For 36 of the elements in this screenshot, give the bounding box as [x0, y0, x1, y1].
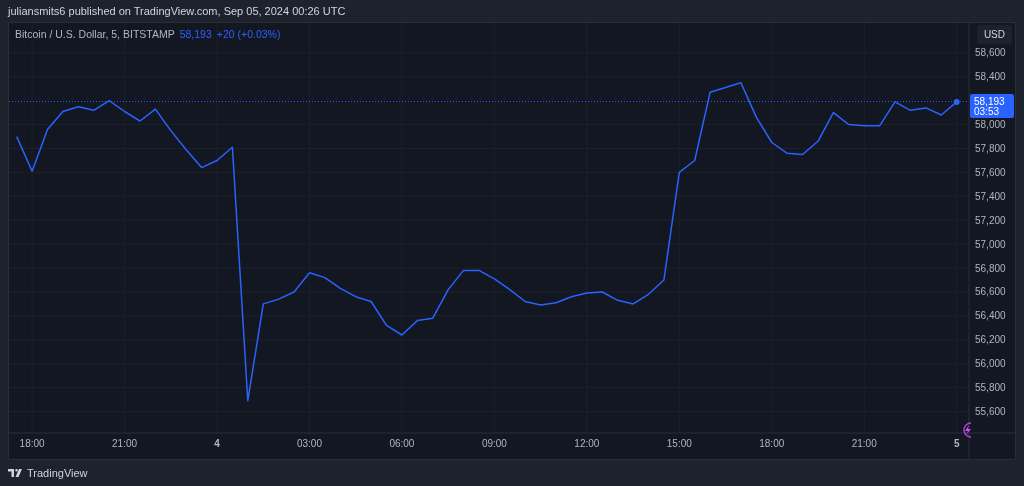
time-axis-label: 03:00 — [296, 438, 322, 449]
price-axis-label: 56,600 — [975, 286, 1006, 298]
lightning-icon[interactable] — [963, 422, 972, 438]
last-price: 58,193 — [179, 28, 212, 40]
time-axis-label: 09:00 — [481, 438, 507, 449]
price-axis-label: 55,800 — [975, 382, 1006, 394]
time-axis-label: 5 — [953, 438, 960, 449]
publish-info: juliansmits6 published on TradingView.com, Sep 05, 2024 00:26 UTC — [8, 4, 346, 19]
last-point-marker — [953, 98, 960, 105]
time-axis-label: 18:00 — [759, 438, 785, 449]
price-axis-label: 56,800 — [975, 262, 1006, 274]
price-axis-label: 58,600 — [975, 47, 1006, 59]
time-axis-label: 18:00 — [19, 438, 45, 449]
time-axis-label: 15:00 — [666, 438, 692, 449]
price-axis-label: 58,000 — [975, 119, 1006, 131]
price-change: +20 (+0.03%) — [216, 28, 281, 40]
logo-icon — [8, 469, 22, 477]
price-axis-label: 57,600 — [975, 166, 1006, 178]
price-axis-label: 55,600 — [975, 406, 1006, 417]
price-axis-label: 57,400 — [975, 190, 1006, 202]
price-axis-label: 58,400 — [975, 71, 1006, 83]
symbol-title: Bitcoin / U.S. Dollar, 5, BITSTAMP — [15, 28, 175, 40]
time-axis-label: 12:00 — [574, 438, 600, 449]
price-axis-label: 57,200 — [975, 214, 1006, 226]
time-axis-label: 21:00 — [851, 438, 877, 449]
price-axis-label: 56,400 — [975, 310, 1006, 322]
price-axis-label: 56,200 — [975, 334, 1006, 346]
currency-button[interactable]: USD — [976, 25, 1012, 44]
price-axis-label: 56,000 — [975, 358, 1006, 370]
current-price-tag: 58,193 03:53 — [970, 93, 1014, 118]
time-axis-label: 21:00 — [112, 438, 138, 449]
brand-name[interactable]: TradingView — [27, 467, 88, 479]
time-axis-label: 4 — [214, 438, 220, 449]
price-axis-label: 57,000 — [975, 238, 1006, 250]
time-axis-label: 06:00 — [389, 438, 415, 449]
price-axis-label: 57,800 — [975, 143, 1006, 154]
